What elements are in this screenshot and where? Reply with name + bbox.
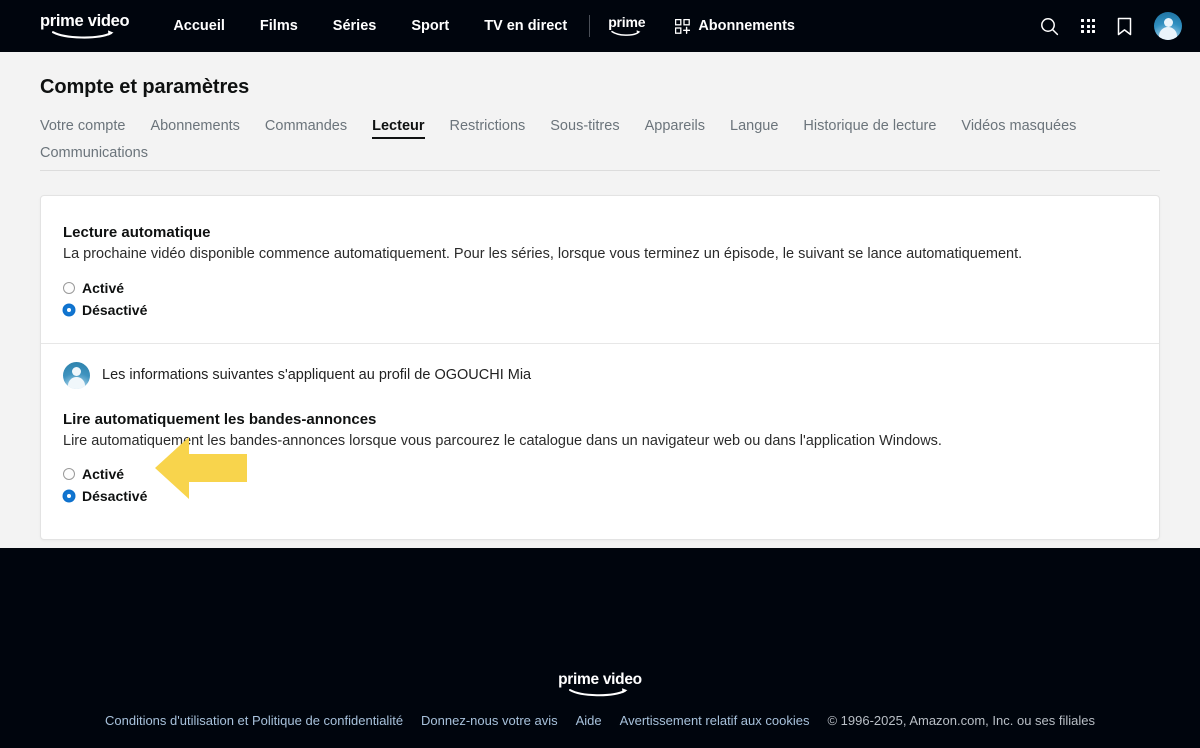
apps-button[interactable] bbox=[1081, 19, 1095, 33]
nav-item-abonnements[interactable]: Abonnements bbox=[675, 18, 795, 34]
footer-link-aide[interactable]: Aide bbox=[576, 713, 602, 728]
autoplay-radio-on-label: Activé bbox=[82, 279, 125, 296]
prime-badge-text: prime bbox=[608, 14, 646, 30]
footer-link-feedback[interactable]: Donnez-nous votre avis bbox=[421, 713, 558, 728]
tab-langue[interactable]: Langue bbox=[730, 116, 778, 143]
nav-item-accueil[interactable]: Accueil bbox=[173, 18, 225, 34]
tab-sous-titres[interactable]: Sous-titres bbox=[550, 116, 619, 143]
top-navigation-bar: prime video Accueil Films Séries Sport T… bbox=[0, 0, 1200, 52]
nav-item-sport[interactable]: Sport bbox=[411, 18, 449, 34]
autoplay-radio-off-label: Désactivé bbox=[82, 301, 148, 318]
autoplay-description: La prochaine vidéo disponible commence a… bbox=[63, 246, 1023, 262]
trailers-radio-on-label: Activé bbox=[82, 466, 125, 483]
nav-item-films[interactable]: Films bbox=[260, 18, 298, 34]
trailers-description: Lire automatiquement les bandes-annonces… bbox=[63, 432, 942, 449]
footer-logo-text: prime video bbox=[558, 670, 642, 688]
watchlist-button[interactable] bbox=[1117, 17, 1132, 36]
settings-tabs: Votre compte Abonnements Commandes Lecte… bbox=[40, 116, 1160, 171]
footer-link-conditions[interactable]: Conditions d'utilisation et Politique de… bbox=[105, 713, 403, 728]
tab-votre-compte[interactable]: Votre compte bbox=[40, 116, 125, 143]
autoplay-title: Lecture automatique bbox=[63, 224, 211, 241]
footer-links: Conditions d'utilisation et Politique de… bbox=[105, 713, 1095, 728]
nav-item-abonnements-label: Abonnements bbox=[698, 18, 795, 34]
footer-link-cookies[interactable]: Avertissement relatif aux cookies bbox=[620, 713, 810, 728]
search-icon bbox=[1041, 17, 1059, 35]
radio-unchecked-icon bbox=[63, 468, 75, 481]
trailers-radio-on[interactable]: Activé bbox=[63, 467, 124, 481]
page-body: Compte et paramètres Votre compte Abonne… bbox=[0, 52, 1200, 548]
trailers-title: Lire automatiquement les bandes-annonces bbox=[63, 410, 377, 428]
radio-checked-icon bbox=[63, 490, 75, 503]
trailers-radio-off[interactable]: Désactivé bbox=[63, 489, 147, 503]
profile-notice-text: Les informations suivantes s'appliquent … bbox=[102, 367, 532, 384]
radio-checked-icon bbox=[63, 303, 75, 316]
footer-copyright: © 1996-2025, Amazon.com, Inc. ou ses fil… bbox=[827, 713, 1096, 728]
amazon-smile-icon bbox=[611, 30, 641, 36]
tab-lecteur[interactable]: Lecteur bbox=[372, 116, 425, 143]
prime-video-logo[interactable]: prime video bbox=[40, 11, 130, 40]
radio-unchecked-icon bbox=[63, 281, 75, 294]
bookmark-icon bbox=[1117, 17, 1132, 35]
prime-video-logo-text: prime video bbox=[40, 11, 130, 30]
tab-commandes[interactable]: Commandes bbox=[265, 116, 347, 143]
amazon-smile-icon bbox=[568, 688, 628, 697]
tab-communications[interactable]: Communications bbox=[40, 143, 148, 170]
header-actions bbox=[1040, 12, 1182, 40]
amazon-smile-icon bbox=[51, 30, 114, 39]
autoplay-radio-on[interactable]: Activé bbox=[63, 281, 124, 295]
nav-item-tv-en-direct[interactable]: TV en direct bbox=[484, 18, 567, 34]
profile-notice-row: Les informations suivantes s'appliquent … bbox=[41, 344, 1159, 391]
autoplay-section: Lecture automatique La prochaine vidéo d… bbox=[41, 196, 1159, 343]
footer-prime-video-logo[interactable]: prime video bbox=[558, 670, 642, 698]
nav-divider bbox=[589, 15, 591, 37]
tab-restrictions[interactable]: Restrictions bbox=[450, 116, 526, 143]
primary-nav-links: Accueil Films Séries Sport TV en direct bbox=[173, 18, 567, 34]
player-settings-card: Lecture automatique La prochaine vidéo d… bbox=[40, 195, 1160, 541]
tab-historique-de-lecture[interactable]: Historique de lecture bbox=[803, 116, 936, 143]
nav-item-series[interactable]: Séries bbox=[333, 18, 377, 34]
profile-avatar-icon bbox=[63, 361, 90, 389]
trailers-section: Lire automatiquement les bandes-annonces… bbox=[41, 391, 1159, 540]
subscriptions-grid-plus-icon bbox=[675, 18, 691, 34]
tab-abonnements[interactable]: Abonnements bbox=[150, 116, 239, 143]
search-button[interactable] bbox=[1040, 17, 1059, 36]
page-footer: prime video Conditions d'utilisation et … bbox=[0, 548, 1200, 748]
prime-badge[interactable]: prime bbox=[608, 14, 646, 37]
page-title: Compte et paramètres bbox=[40, 76, 250, 98]
tab-appareils[interactable]: Appareils bbox=[645, 116, 705, 143]
user-avatar[interactable] bbox=[1154, 12, 1182, 40]
autoplay-radio-off[interactable]: Désactivé bbox=[63, 303, 147, 317]
apps-grid-icon bbox=[1081, 19, 1095, 33]
tab-videos-masquees[interactable]: Vidéos masquées bbox=[961, 116, 1076, 143]
trailers-radio-off-label: Désactivé bbox=[82, 488, 148, 505]
